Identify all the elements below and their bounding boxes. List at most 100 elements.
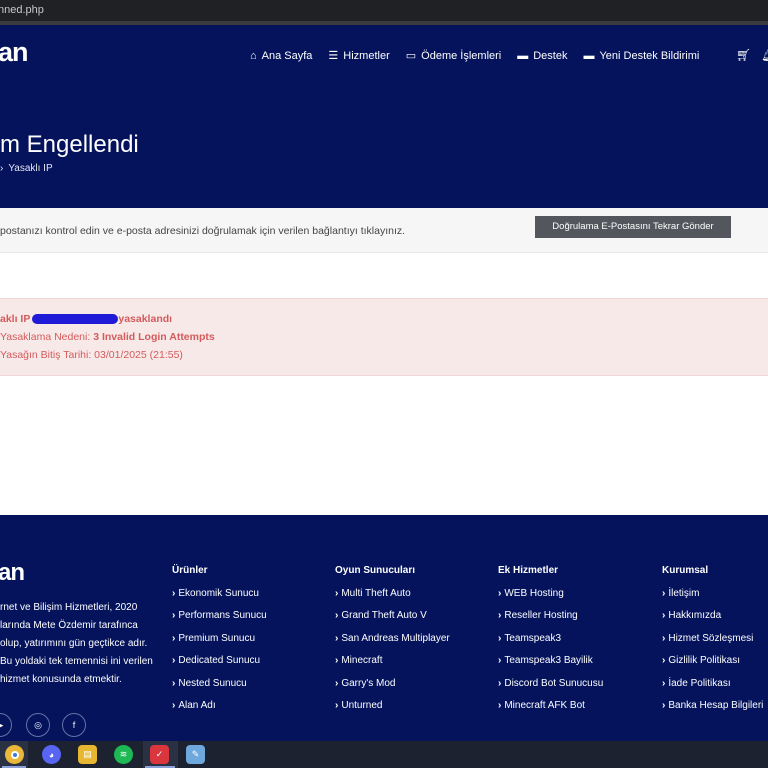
footer-link[interactable]: › Gizlilik Politikası [662, 655, 763, 677]
cart-icon[interactable]: 🛒︎ [736, 48, 751, 62]
footer-link[interactable]: › Dedicated Sunucu [172, 655, 267, 677]
chevron-right-icon: › [335, 588, 339, 599]
page-header: m Engellendi › Yasaklı IP [0, 87, 768, 208]
ban-expiry-label: Yasağın Bitiş Tarihi: [0, 349, 92, 361]
breadcrumb-separator: › [0, 163, 4, 174]
footer-link-label: Grand Theft Auto V [341, 610, 427, 622]
footer-column-title: Kurumsal [662, 565, 709, 576]
footer-link-label: Banka Hesap Bilgileri [668, 699, 764, 711]
alert-line-banned: aklı IP yasaklandı [0, 313, 172, 325]
nav-item-label: Destek [533, 49, 568, 62]
file-explorer-icon[interactable]: ▤ [78, 745, 97, 764]
footer-link[interactable]: › Minecraft [335, 655, 450, 677]
chevron-right-icon: › [662, 610, 666, 622]
footer-link-label: Minecraft AFK Bot [504, 699, 585, 711]
nav-item-label: Hizmetler [343, 49, 390, 62]
footer-link[interactable]: › İade Politikası [662, 678, 763, 700]
footer-link[interactable]: › Reseller Hosting [498, 610, 603, 632]
chevron-right-icon: › [335, 610, 339, 622]
footer-link-label: Teamspeak3 [504, 632, 562, 644]
footer-link[interactable]: › İletişim [662, 588, 763, 610]
site-footer: an rnet ve Bilişim Hizmetleri, 2020 ları… [0, 515, 768, 741]
footer-link[interactable]: › Premium Sunucu [172, 633, 267, 655]
app-red-icon[interactable]: ✓ [150, 745, 169, 764]
footer-link-label: Dedicated Sunucu [178, 655, 261, 667]
instagram-icon[interactable]: ◎ [26, 713, 50, 737]
breadcrumb: › Yasaklı IP [0, 163, 58, 174]
nav-item-label: Ana Sayfa [261, 49, 313, 62]
footer-column-title: Ek Hizmetler [498, 565, 559, 576]
footer-link-label: Unturned [341, 699, 383, 711]
footer-link-label: Minecraft [341, 655, 383, 667]
footer-link[interactable]: › Nested Sunucu [172, 678, 267, 700]
footer-link[interactable]: › Unturned [335, 700, 450, 722]
footer-link[interactable]: › Alan Adı [172, 700, 267, 722]
bell-icon[interactable]: 🔔︎ [761, 48, 768, 62]
chrome-icon[interactable] [5, 745, 24, 764]
footer-link[interactable]: › WEB Hosting [498, 588, 603, 610]
footer-link-label: Discord Bot Sunucusu [504, 677, 604, 689]
ticket-plus-icon: ▬ [583, 49, 595, 62]
ban-expiry-value: 03/01/2025 (21:55) [94, 349, 183, 361]
spotify-icon[interactable]: ≋ [114, 745, 133, 764]
email-verify-notice: postanızı kontrol edin ve e-posta adresi… [0, 208, 768, 253]
chevron-right-icon: › [172, 655, 176, 667]
footer-logo[interactable]: an [0, 559, 25, 587]
chevron-right-icon: › [335, 699, 339, 711]
footer-link[interactable]: › Multi Theft Auto [335, 588, 450, 610]
alert-line-reason: Yasaklama Nedeni: 3 Invalid Login Attemp… [0, 331, 215, 343]
chevron-right-icon: › [498, 699, 502, 711]
chevron-right-icon: › [172, 632, 176, 644]
footer-link[interactable]: › San Andreas Multiplayer [335, 633, 450, 655]
alert-line-expiry: Yasağın Bitiş Tarihi: 03/01/2025 (21:55) [0, 349, 183, 361]
footer-column-title: Ürünler [172, 565, 208, 576]
site-logo[interactable]: an [0, 37, 28, 68]
footer-link[interactable]: › Hizmet Sözleşmesi [662, 633, 763, 655]
ban-reason-label: Yasaklama Nedeni: [0, 331, 91, 343]
nav-item-label: Yeni Destek Bildirimi [599, 49, 700, 62]
chevron-right-icon: › [498, 677, 502, 689]
browser-address-bar[interactable]: nned.php [0, 0, 768, 25]
footer-link-label: Nested Sunucu [178, 677, 247, 689]
nav-item-4[interactable]: ▬ Yeni Destek Bildirimi [583, 49, 699, 62]
chevron-right-icon: › [498, 655, 502, 667]
chevron-right-icon: › [335, 677, 339, 689]
footer-link-label: Ekonomik Sunucu [178, 588, 259, 599]
nav-item-1[interactable]: ☰ Hizmetler [328, 49, 390, 63]
footer-link[interactable]: › Performans Sunucu [172, 610, 267, 632]
chevron-right-icon: › [172, 677, 176, 689]
footer-link[interactable]: › Banka Hesap Bilgileri [662, 700, 763, 722]
chevron-right-icon: › [662, 655, 666, 667]
notepad-icon[interactable]: ✎ [186, 745, 205, 764]
nav-item-label: Ödeme İşlemleri [421, 49, 502, 62]
nav-item-0[interactable]: ⌂ Ana Sayfa [250, 49, 312, 62]
youtube-icon[interactable]: ▶ [0, 713, 12, 737]
chevron-right-icon: › [335, 655, 339, 667]
resend-verification-button[interactable]: Doğrulama E-Postasını Tekrar Gönder [535, 216, 731, 238]
home-icon: ⌂ [250, 49, 257, 62]
footer-column-3: Kurumsal › İletişim › Hakkımızda › Hizmet Sözl… [662, 565, 763, 722]
main-nav: ⌂ Ana Sayfa ☰ Hizmetler ▭ Ödeme İşlemleri ▬ Des… [250, 49, 715, 63]
nav-item-2[interactable]: ▭ Ödeme İşlemleri [406, 49, 502, 63]
chevron-right-icon: › [498, 632, 502, 644]
chevron-right-icon: › [335, 632, 339, 644]
chevron-right-icon: › [662, 677, 666, 689]
footer-link-label: WEB Hosting [504, 588, 564, 599]
chevron-right-icon: › [662, 699, 666, 711]
discord-icon[interactable]: ◕ [42, 745, 61, 764]
footer-link[interactable]: › Minecraft AFK Bot [498, 700, 603, 722]
footer-column-2: Ek Hizmetler › WEB Hosting › Reseller Hostin… [498, 565, 603, 722]
nav-item-3[interactable]: ▬ Destek [517, 49, 567, 62]
footer-link[interactable]: › Grand Theft Auto V [335, 610, 450, 632]
footer-link[interactable]: › Garry's Mod [335, 678, 450, 700]
chevron-right-icon: › [498, 588, 502, 599]
verify-text: postanızı kontrol edin ve e-posta adresi… [0, 225, 406, 237]
footer-link[interactable]: › Teamspeak3 [498, 633, 603, 655]
chevron-right-icon: › [498, 610, 502, 622]
facebook-icon[interactable]: f [62, 713, 86, 737]
footer-link[interactable]: › Ekonomik Sunucu [172, 588, 267, 610]
footer-link[interactable]: › Hakkımızda [662, 610, 763, 632]
page-title: m Engellendi [0, 131, 139, 158]
footer-link[interactable]: › Discord Bot Sunucusu [498, 678, 603, 700]
footer-link[interactable]: › Teamspeak3 Bayilik [498, 655, 603, 677]
